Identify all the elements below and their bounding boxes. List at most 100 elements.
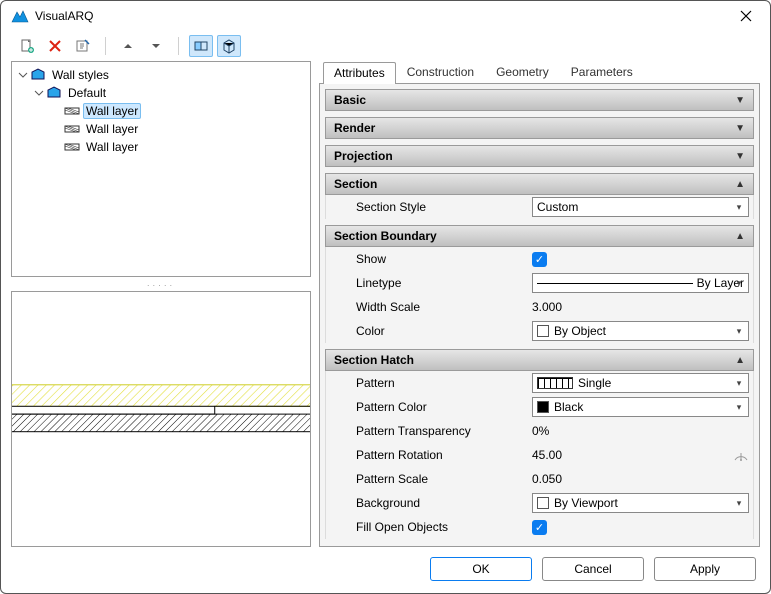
preview-pane[interactable] — [11, 291, 311, 547]
color-swatch — [537, 497, 549, 509]
hatch-fillopen-label: Fill Open Objects — [356, 520, 526, 534]
expand-icon: ▲ — [735, 179, 745, 190]
group-render-title: Render — [334, 121, 375, 135]
tree-style-label: Default — [65, 85, 109, 101]
hatch-transparency-label: Pattern Transparency — [356, 424, 526, 438]
hatch-background-select[interactable]: By Viewport ▾ — [532, 493, 749, 513]
section-style-label: Section Style — [356, 200, 526, 214]
collapse-icon: ▼ — [735, 95, 745, 106]
style-tree[interactable]: Wall styles — [11, 61, 311, 277]
boundary-color-value: By Object — [554, 324, 606, 338]
chevron-down-icon: ▾ — [732, 400, 746, 414]
hatch-color-label: Pattern Color — [356, 400, 526, 414]
app-icon — [11, 9, 29, 23]
hatch-color-value: Black — [554, 400, 583, 414]
toolbar-separator — [105, 37, 106, 55]
tree-layer-2[interactable]: Wall layer — [50, 138, 310, 156]
wall-layer-icon — [64, 139, 80, 155]
title-bar: VisualARQ — [1, 1, 770, 31]
tree-layer-0[interactable]: Wall layer — [50, 102, 310, 120]
boundary-show-label: Show — [356, 252, 526, 266]
color-swatch — [537, 325, 549, 337]
hatch-rotation-value[interactable]: 45.00 — [532, 448, 727, 462]
chevron-down-icon: ▾ — [732, 324, 746, 338]
boundary-color-select[interactable]: By Object ▾ — [532, 321, 749, 341]
window-title: VisualARQ — [35, 9, 726, 23]
hatch-color-select[interactable]: Black ▾ — [532, 397, 749, 417]
chevron-down-icon: ▾ — [732, 496, 746, 510]
properties-panel[interactable]: Basic ▼ Render ▼ Projection ▼ Section ▲ — [319, 83, 760, 547]
expand-icon[interactable] — [32, 86, 46, 100]
tree-style-default[interactable]: Default — [32, 84, 310, 102]
preview-3d-toggle[interactable] — [217, 35, 241, 57]
group-section-header[interactable]: Section ▲ — [325, 173, 754, 195]
move-up-button[interactable] — [116, 35, 140, 57]
hatch-scale-label: Pattern Scale — [356, 472, 526, 486]
group-section-hatch-header[interactable]: Section Hatch ▲ — [325, 349, 754, 371]
color-swatch — [537, 401, 549, 413]
group-render-header[interactable]: Render ▼ — [325, 117, 754, 139]
chevron-down-icon: ▾ — [732, 376, 746, 390]
group-projection-title: Projection — [334, 149, 393, 163]
dialog-window: VisualARQ — [0, 0, 771, 594]
apply-button[interactable]: Apply — [654, 557, 756, 581]
chevron-down-icon: ▾ — [732, 200, 746, 214]
boundary-widthscale-label: Width Scale — [356, 300, 526, 314]
expand-icon[interactable] — [16, 68, 30, 82]
hatch-scale-value[interactable]: 0.050 — [532, 472, 749, 486]
chevron-down-icon: ▾ — [732, 276, 746, 290]
group-projection-header[interactable]: Projection ▼ — [325, 145, 754, 167]
rename-button[interactable] — [71, 35, 95, 57]
section-style-value: Custom — [537, 200, 578, 214]
angle-unit-icon[interactable] — [733, 448, 749, 462]
hatch-background-label: Background — [356, 496, 526, 510]
new-button[interactable] — [15, 35, 39, 57]
tab-attributes[interactable]: Attributes — [323, 62, 396, 84]
pane-splitter[interactable]: ····· — [11, 281, 311, 287]
delete-button[interactable] — [43, 35, 67, 57]
group-section-boundary-header[interactable]: Section Boundary ▲ — [325, 225, 754, 247]
tree-layer-1[interactable]: Wall layer — [50, 120, 310, 138]
expand-icon: ▲ — [735, 355, 745, 366]
hatch-pattern-select[interactable]: Single ▾ — [532, 373, 749, 393]
hatch-pattern-label: Pattern — [356, 376, 526, 390]
group-section-title: Section — [334, 177, 377, 191]
toolbar-separator — [178, 37, 179, 55]
hatch-transparency-value[interactable]: 0% — [532, 424, 749, 438]
tree-root[interactable]: Wall styles — [16, 66, 310, 84]
group-section-hatch-title: Section Hatch — [334, 353, 414, 367]
collapse-icon: ▼ — [735, 151, 745, 162]
linetype-sample — [537, 283, 693, 284]
ok-button[interactable]: OK — [430, 557, 532, 581]
group-basic-header[interactable]: Basic ▼ — [325, 89, 754, 111]
tree-layer-label: Wall layer — [83, 121, 141, 137]
boundary-color-label: Color — [356, 324, 526, 338]
boundary-linetype-label: Linetype — [356, 276, 526, 290]
toolbar — [1, 33, 770, 59]
hatch-pattern-value: Single — [578, 376, 611, 390]
hatch-sample — [537, 377, 573, 389]
group-section-boundary-title: Section Boundary — [334, 229, 437, 243]
cancel-button[interactable]: Cancel — [542, 557, 644, 581]
dialog-footer: OK Cancel Apply — [1, 553, 770, 593]
tab-construction[interactable]: Construction — [396, 61, 485, 83]
tree-layer-label: Wall layer — [83, 139, 141, 155]
wall-layer-icon — [64, 121, 80, 137]
boundary-linetype-select[interactable]: By Layer ▾ — [532, 273, 749, 293]
group-basic-title: Basic — [334, 93, 366, 107]
preview-2d-toggle[interactable] — [189, 35, 213, 57]
hatch-background-value: By Viewport — [554, 496, 618, 510]
wall-style-icon — [46, 85, 62, 101]
close-button[interactable] — [726, 2, 766, 30]
move-down-button[interactable] — [144, 35, 168, 57]
tab-parameters[interactable]: Parameters — [560, 61, 644, 83]
tree-root-label: Wall styles — [49, 67, 112, 83]
collapse-icon: ▼ — [735, 123, 745, 134]
section-style-select[interactable]: Custom ▾ — [532, 197, 749, 217]
tab-geometry[interactable]: Geometry — [485, 61, 560, 83]
wall-styles-icon — [30, 67, 46, 83]
boundary-show-checkbox[interactable]: ✓ — [532, 252, 547, 267]
expand-icon: ▲ — [735, 231, 745, 242]
boundary-widthscale-value[interactable]: 3.000 — [532, 300, 749, 314]
hatch-fillopen-checkbox[interactable]: ✓ — [532, 520, 547, 535]
